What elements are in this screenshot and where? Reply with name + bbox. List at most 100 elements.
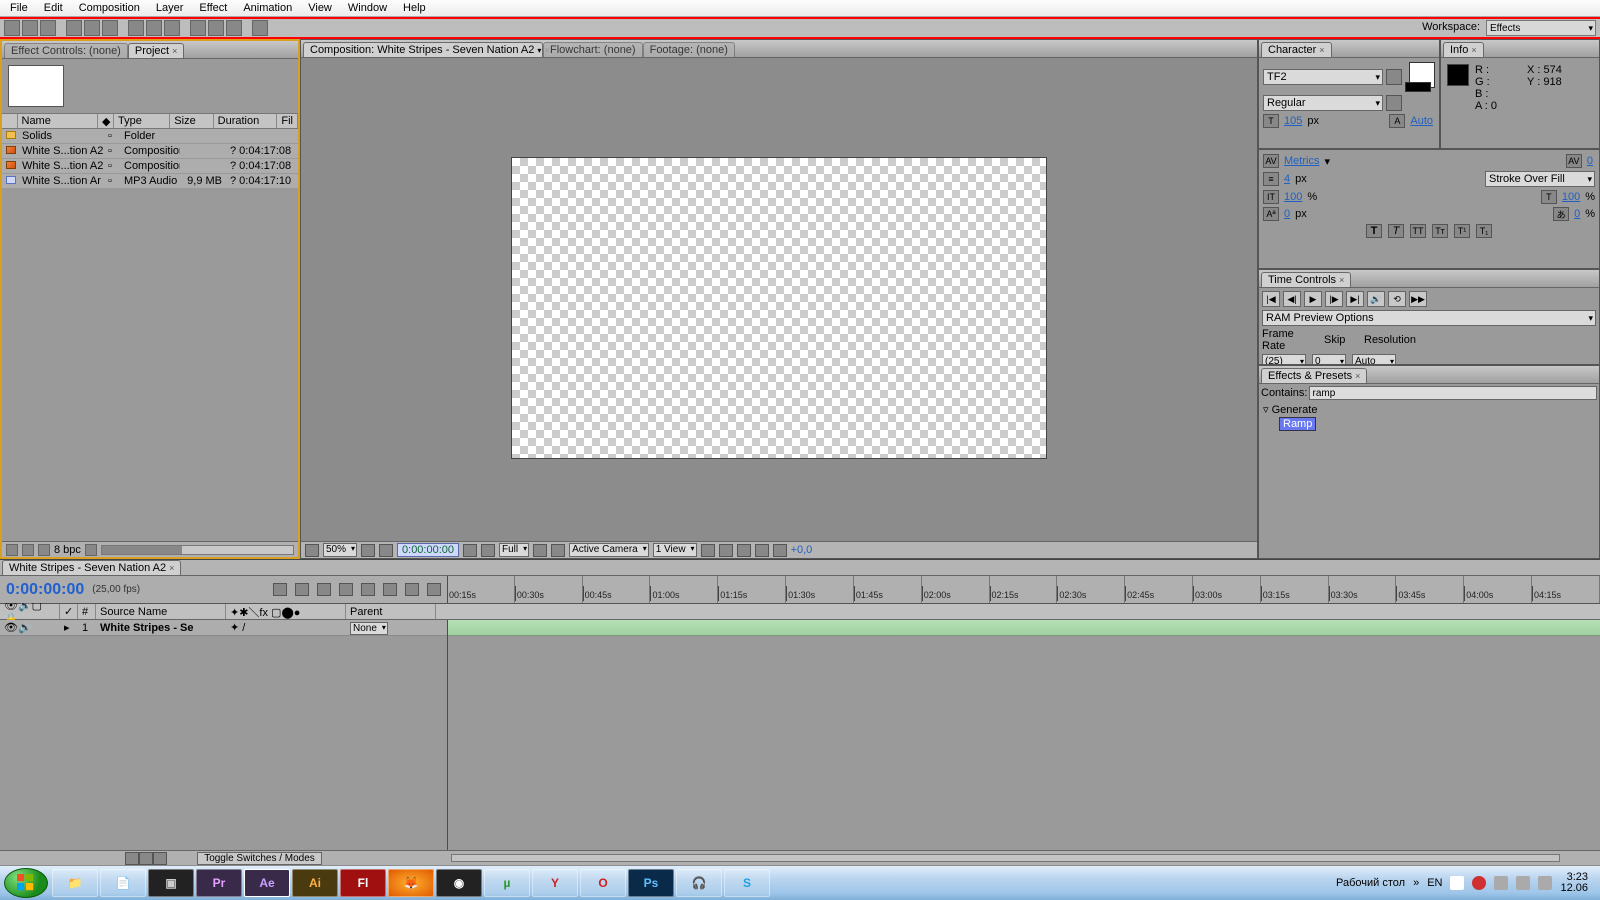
pixel-aspect-icon[interactable] bbox=[701, 544, 715, 557]
stroke-color-swatch[interactable] bbox=[1405, 82, 1431, 92]
toggle-switch-icon[interactable] bbox=[125, 852, 139, 865]
close-icon[interactable]: × bbox=[1339, 275, 1344, 285]
workspace-select[interactable]: Effects bbox=[1486, 20, 1596, 36]
play-button[interactable]: ▶ bbox=[1304, 291, 1322, 307]
skip-select[interactable]: 0 bbox=[1312, 354, 1346, 364]
tray-volume-icon[interactable] bbox=[1494, 876, 1508, 890]
timeline-current-time[interactable]: 0:00:00:00 bbox=[6, 581, 84, 599]
taskbar-utorrent-icon[interactable]: µ bbox=[484, 869, 530, 897]
rotation-tool-icon[interactable] bbox=[66, 20, 82, 36]
frame-blend-icon[interactable] bbox=[361, 583, 375, 596]
timeline-ruler[interactable]: 00:15s00:30s00:45s01:00s01:15s01:30s01:4… bbox=[447, 576, 1600, 603]
search-icon[interactable] bbox=[273, 583, 287, 596]
playhead[interactable] bbox=[447, 576, 448, 603]
close-icon[interactable]: × bbox=[1355, 371, 1360, 381]
prev-frame-button[interactable]: ◀| bbox=[1283, 291, 1301, 307]
timeline-tab[interactable]: White Stripes - Seven Nation A2× bbox=[2, 560, 181, 575]
first-frame-button[interactable]: |◀ bbox=[1262, 291, 1280, 307]
taskbar-yandex-icon[interactable]: Y bbox=[532, 869, 578, 897]
tray-chevron-icon[interactable]: » bbox=[1413, 877, 1419, 889]
taskbar-steam-icon[interactable]: ◉ bbox=[436, 869, 482, 897]
baseline-value[interactable]: 0 bbox=[1282, 208, 1292, 220]
exposure-value[interactable]: +0,0 bbox=[791, 544, 813, 556]
tray-item-icon[interactable] bbox=[1538, 876, 1552, 890]
taskbar-premiere-icon[interactable]: Pr bbox=[196, 869, 242, 897]
brush-tool-icon[interactable] bbox=[190, 20, 206, 36]
smallcaps-icon[interactable]: Tᴛ bbox=[1432, 224, 1448, 238]
brainstorm-icon[interactable] bbox=[405, 583, 419, 596]
tab-flowchart[interactable]: Flowchart: (none) bbox=[543, 42, 643, 57]
preview-resolution-select[interactable]: Auto bbox=[1352, 354, 1396, 364]
comp-mini-flow-icon[interactable] bbox=[295, 583, 309, 596]
tray-action-center-icon[interactable] bbox=[1450, 876, 1464, 890]
taskbar-photoshop-icon[interactable]: Ps bbox=[628, 869, 674, 897]
toggle-switch-icon2[interactable] bbox=[139, 852, 153, 865]
col-name[interactable]: Name bbox=[18, 114, 98, 128]
menu-effect[interactable]: Effect bbox=[191, 1, 235, 15]
toggle-switches-modes-button[interactable]: Toggle Switches / Modes bbox=[197, 852, 322, 865]
resolution-select[interactable]: Full bbox=[499, 543, 529, 557]
taskbar-flash-icon[interactable]: Fl bbox=[340, 869, 386, 897]
fast-preview-icon[interactable] bbox=[719, 544, 733, 557]
tab-time-controls[interactable]: Time Controls× bbox=[1261, 272, 1351, 287]
project-scrollbar[interactable] bbox=[101, 545, 294, 555]
tab-effect-controls[interactable]: Effect Controls: (none) bbox=[4, 43, 128, 58]
channel-icon[interactable] bbox=[481, 544, 495, 557]
zoom-select[interactable]: 50% bbox=[323, 543, 357, 557]
menu-window[interactable]: Window bbox=[340, 1, 395, 15]
puppet-tool-icon[interactable] bbox=[252, 20, 268, 36]
mask-icon[interactable] bbox=[379, 544, 393, 557]
menu-edit[interactable]: Edit bbox=[36, 1, 71, 15]
tray-power-icon[interactable] bbox=[1472, 876, 1486, 890]
last-frame-button[interactable]: ▶| bbox=[1346, 291, 1364, 307]
project-item[interactable]: White S...tion A2▫Composition? 0:04:17:0… bbox=[2, 144, 298, 159]
stroke-width-value[interactable]: 4 bbox=[1282, 173, 1292, 185]
tab-info[interactable]: Info× bbox=[1443, 42, 1484, 57]
audio-button[interactable]: 🔊 bbox=[1367, 291, 1385, 307]
taskbar-opera-icon[interactable]: O bbox=[580, 869, 626, 897]
camera-tool-icon[interactable] bbox=[84, 20, 100, 36]
eraser-tool-icon[interactable] bbox=[226, 20, 242, 36]
allcaps-icon[interactable]: TT bbox=[1410, 224, 1426, 238]
selection-tool-icon[interactable] bbox=[4, 20, 20, 36]
col-size[interactable]: Size bbox=[170, 114, 213, 128]
col-duration[interactable]: Duration bbox=[214, 114, 278, 128]
tray-network-icon[interactable] bbox=[1516, 876, 1530, 890]
project-item[interactable]: White S...tion A2▫Composition? 0:04:17:0… bbox=[2, 159, 298, 174]
col-fil[interactable]: Fil bbox=[277, 114, 298, 128]
show-desktop-label[interactable]: Рабочий стол bbox=[1336, 877, 1405, 889]
camera-select[interactable]: Active Camera bbox=[569, 543, 649, 557]
tsume-value[interactable]: 0 bbox=[1572, 208, 1582, 220]
toggle-bracket-icon[interactable] bbox=[153, 852, 167, 865]
stroke-mode-select[interactable]: Stroke Over Fill bbox=[1485, 171, 1595, 187]
grid-icon[interactable] bbox=[361, 544, 375, 557]
tab-project[interactable]: Project× bbox=[128, 43, 185, 58]
magnify-icon[interactable] bbox=[305, 544, 319, 557]
transparency-icon[interactable] bbox=[551, 544, 565, 557]
ram-preview-button[interactable]: ▶▶ bbox=[1409, 291, 1427, 307]
close-icon[interactable]: × bbox=[1471, 45, 1476, 55]
bpc-label[interactable]: 8 bpc bbox=[54, 544, 81, 556]
delete-icon[interactable] bbox=[85, 544, 97, 556]
project-item[interactable]: White S...tion Ar▫MP3 Audio9,9 MB? 0:04:… bbox=[2, 174, 298, 189]
col-source-name[interactable]: Source Name bbox=[96, 604, 226, 619]
tab-character[interactable]: Character× bbox=[1261, 42, 1332, 57]
draft3d-icon[interactable] bbox=[317, 583, 331, 596]
menu-layer[interactable]: Layer bbox=[148, 1, 192, 15]
menu-file[interactable]: File bbox=[2, 1, 36, 15]
effects-item-ramp[interactable]: Ramp bbox=[1279, 417, 1316, 431]
close-icon[interactable]: × bbox=[1319, 45, 1324, 55]
taskbar-firefox-icon[interactable]: 🦊 bbox=[388, 869, 434, 897]
taskbar-aftereffects-icon[interactable]: Ae bbox=[244, 869, 290, 897]
ram-preview-options-select[interactable]: RAM Preview Options bbox=[1262, 310, 1596, 326]
taskbar-skype-icon[interactable]: S bbox=[724, 869, 770, 897]
effects-category[interactable]: ▿ Generate bbox=[1261, 402, 1597, 417]
taskbar-terminal-icon[interactable]: ▣ bbox=[148, 869, 194, 897]
next-frame-button[interactable]: |▶ bbox=[1325, 291, 1343, 307]
menu-help[interactable]: Help bbox=[395, 1, 434, 15]
project-item[interactable]: Solids▫Folder bbox=[2, 129, 298, 144]
effects-search-input[interactable] bbox=[1309, 386, 1597, 400]
loop-button[interactable]: ⟲ bbox=[1388, 291, 1406, 307]
clone-tool-icon[interactable] bbox=[208, 20, 224, 36]
parent-select[interactable]: None bbox=[350, 622, 388, 635]
